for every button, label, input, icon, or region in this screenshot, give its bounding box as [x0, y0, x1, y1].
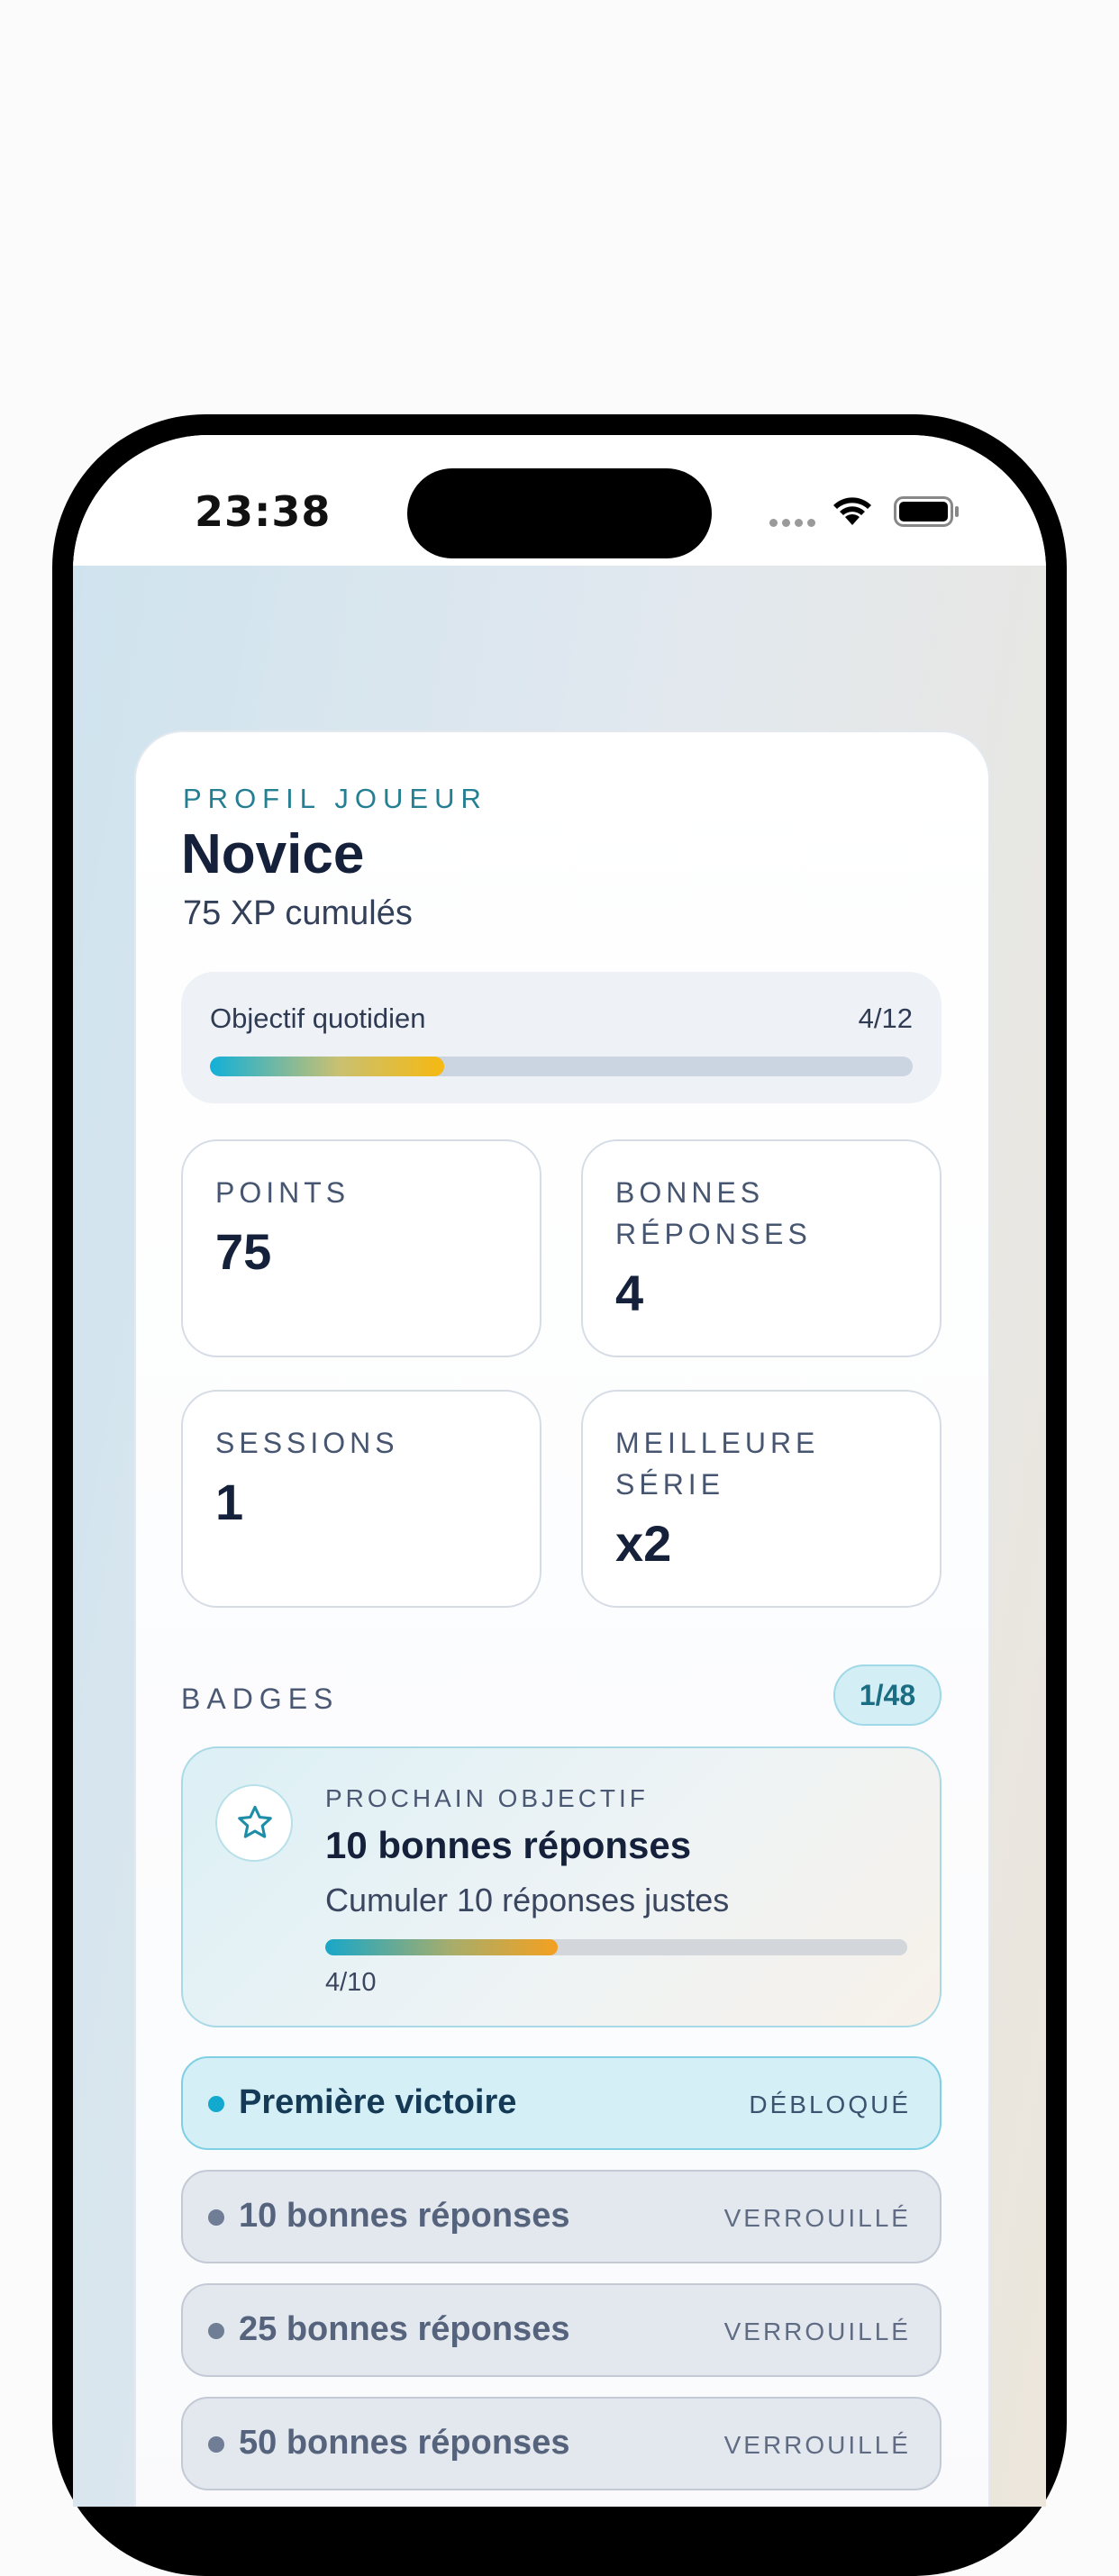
stat-card-points: POINTS 75 [181, 1139, 541, 1357]
badge-name: 25 bonnes réponses [239, 2310, 570, 2348]
dynamic-island [407, 468, 712, 558]
stat-value: 4 [615, 1265, 644, 1321]
wifi-icon [833, 497, 871, 525]
stat-label: MEILLEURE SÉRIE [615, 1427, 820, 1501]
badge-item-25-bonnes-reponses[interactable]: 25 bonnes réponses VERROUILLÉ [181, 2283, 942, 2377]
status-time: 23:38 [195, 487, 332, 536]
badge-item-10-bonnes-reponses[interactable]: 10 bonnes réponses VERROUILLÉ [181, 2170, 942, 2263]
daily-goal-progress-bar [210, 1057, 913, 1076]
badge-status: VERROUILLÉ [723, 2317, 911, 2345]
next-goal-progress-fill [325, 1939, 559, 1955]
badges-count-pill: 1/48 [833, 1664, 942, 1726]
app-background: PROFIL JOUEUR Novice 75 XP cumulés Objec… [73, 566, 1046, 2507]
stat-value: x2 [615, 1515, 672, 1572]
daily-goal-count: 4/12 [858, 1002, 913, 1034]
next-goal-description: Cumuler 10 réponses justes [325, 1882, 730, 1918]
badge-name: 10 bonnes réponses [239, 2197, 570, 2235]
next-goal-eyebrow: PROCHAIN OBJECTIF [325, 1784, 649, 1812]
next-goal-title: 10 bonnes réponses [325, 1824, 692, 1866]
status-bar: 23:38 [73, 435, 1046, 566]
badge-status-dot [208, 2436, 224, 2453]
star-badge [215, 1784, 293, 1862]
badge-status-dot [208, 2096, 224, 2112]
profile-xp: 75 XP cumulés [183, 894, 413, 932]
cellular-signal-icon [769, 519, 818, 528]
profile-eyebrow: PROFIL JOUEUR [183, 783, 487, 814]
next-goal-card[interactable]: PROCHAIN OBJECTIF 10 bonnes réponses Cum… [181, 1746, 942, 2027]
stat-value: 1 [215, 1474, 244, 1530]
stat-value: 75 [215, 1223, 272, 1280]
stat-label: POINTS [215, 1176, 350, 1209]
stat-label: SESSIONS [215, 1427, 399, 1459]
battery-icon [894, 496, 959, 527]
next-goal-progress-bar [325, 1939, 907, 1955]
daily-goal-progress-fill [210, 1057, 444, 1076]
profile-card: PROFIL JOUEUR Novice 75 XP cumulés Objec… [134, 730, 990, 2507]
profile-rank-title: Novice [181, 823, 365, 885]
phone-screen: 23:38 PROFIL JOUEUR Novice 75 XP cumulés… [73, 435, 1046, 2507]
badge-name: Première victoire [239, 2083, 517, 2121]
star-icon [238, 1805, 272, 1838]
badge-item-premiere-victoire[interactable]: Première victoire DÉBLOQUÉ [181, 2056, 942, 2150]
badge-status: DÉBLOQUÉ [749, 2091, 911, 2118]
stat-card-best-streak: MEILLEURE SÉRIE x2 [581, 1390, 942, 1608]
badge-status-dot [208, 2209, 224, 2226]
badge-name: 50 bonnes réponses [239, 2424, 570, 2462]
badge-item-50-bonnes-reponses[interactable]: 50 bonnes réponses VERROUILLÉ [181, 2397, 942, 2490]
stat-card-correct-answers: BONNES RÉPONSES 4 [581, 1139, 942, 1357]
badges-heading: BADGES [181, 1683, 340, 1715]
daily-goal-label: Objectif quotidien [210, 1002, 426, 1034]
stat-card-sessions: SESSIONS 1 [181, 1390, 541, 1608]
daily-goal-panel: Objectif quotidien 4/12 [181, 972, 942, 1103]
next-goal-count: 4/10 [325, 1968, 377, 1997]
stat-label: BONNES RÉPONSES [615, 1176, 812, 1250]
badge-status: VERROUILLÉ [723, 2204, 911, 2232]
badge-status-dot [208, 2323, 224, 2339]
badge-status: VERROUILLÉ [723, 2431, 911, 2459]
